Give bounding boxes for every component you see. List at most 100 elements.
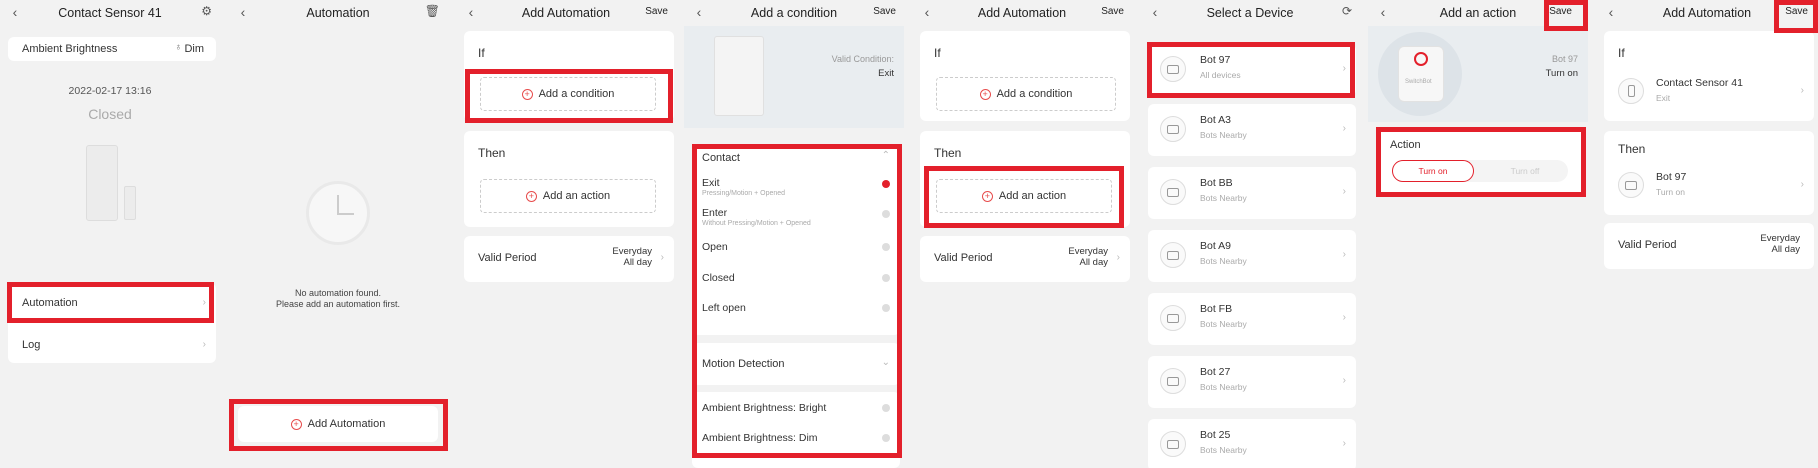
valid-period-row[interactable]: Valid Period Everyday All day › [464,236,674,282]
back-icon[interactable]: ‹ [1148,4,1162,20]
page-title: Automation [306,6,370,20]
back-icon[interactable]: ‹ [8,4,22,20]
datetime: 2022-02-17 13:16 [68,85,152,97]
panel-add-condition: ‹ Add a condition Save Valid Condition: … [684,0,904,468]
chevron-right-icon: › [1342,249,1346,260]
if-label: If [934,46,941,60]
everyday-label: Everyday [1760,233,1800,244]
all-day-label: All day [623,257,652,268]
log-row[interactable]: Log › [8,323,216,363]
back-icon[interactable]: ‹ [236,4,250,20]
highlight-box [1376,127,1586,197]
device-item[interactable]: Bot FB Bots Nearby › [1148,293,1356,345]
page-title: Add an action [1439,6,1517,20]
back-icon[interactable]: ‹ [920,4,934,20]
contact-magnet-illustration [124,186,136,220]
device-name: Bot A9 [1200,240,1231,252]
contact-sensor-icon [1618,78,1644,104]
valid-period-label: Valid Period [478,252,537,264]
bot-device-icon [1160,368,1186,394]
device-item[interactable]: Bot 27 Bots Nearby › [1148,356,1356,408]
bot-device-icon [1160,431,1186,457]
valid-period-label: Valid Period [1618,239,1677,251]
chevron-right-icon: › [1342,375,1346,386]
sensor-image [714,36,764,116]
nav-bar: ‹ Add Automation Save [912,0,1132,26]
plus-circle-icon: + [979,88,991,100]
save-button[interactable]: Save [873,6,896,17]
chevron-right-icon: › [1800,85,1804,96]
bot-banner: SwitchBot Bot 97 Turn on [1368,26,1588,122]
back-icon[interactable]: ‹ [1376,4,1390,20]
valid-period-row[interactable]: Valid Period Everyday All day [1604,223,1814,269]
action-name: Bot 97 [1656,171,1687,183]
panel-add-automation: ‹ Add Automation Save If + Add a conditi… [456,0,676,468]
condition-name: Contact Sensor 41 [1656,77,1743,89]
device-sub: Bots Nearby [1200,193,1247,203]
chevron-right-icon: › [1116,252,1120,263]
page-title: Add Automation [1662,6,1752,20]
bot-image: SwitchBot [1398,46,1444,102]
device-item[interactable]: Bot A3 Bots Nearby › [1148,104,1356,156]
highlight-box [1774,0,1818,33]
panel-automation: ‹ Automation 🗑 No automation found. Plea… [228,0,448,468]
add-action-button[interactable]: + Add an action [480,179,656,213]
valid-period-row[interactable]: Valid Period Everyday All day › [920,236,1130,282]
condition-row[interactable]: Contact Sensor 41 Exit › [1604,71,1814,115]
trash-icon[interactable]: 🗑 [425,4,440,18]
device-name: Bot BB [1200,177,1233,189]
refresh-icon[interactable]: ⟳ [1342,4,1352,18]
device-name: Bot 97 [1551,54,1578,64]
chevron-right-icon: › [660,252,664,263]
highlight-box [1544,0,1588,31]
everyday-label: Everyday [1068,246,1108,257]
device-item[interactable]: Bot A9 Bots Nearby › [1148,230,1356,282]
chevron-right-icon: › [1342,438,1346,449]
then-card: Then + Add an action [464,131,674,227]
empty-message-line2: Please add an automation first. [275,299,401,309]
device-sub: Bots Nearby [1200,256,1247,266]
chevron-right-icon: › [202,339,206,350]
chevron-right-icon: › [1800,179,1804,190]
valid-period-label: Valid Period [934,252,993,264]
device-sub: Bots Nearby [1200,319,1247,329]
highlight-box [465,69,673,123]
device-item[interactable]: Bot 25 Bots Nearby › [1148,419,1356,468]
nav-bar: ‹ Automation 🗑 [228,0,448,26]
valid-condition-label: Valid Condition: [831,54,894,64]
chevron-right-icon: › [1342,186,1346,197]
then-label: Then [934,146,962,160]
sensor-state: Closed [88,106,132,122]
chevron-right-icon: › [1342,123,1346,134]
contact-sensor-illustration [86,145,118,221]
action-row[interactable]: Bot 97 Turn on › [1604,165,1814,209]
add-condition-button[interactable]: + Add a condition [936,77,1116,111]
gear-icon[interactable]: ⚙ [201,4,212,18]
save-button[interactable]: Save [645,6,668,17]
then-label: Then [1618,142,1646,156]
power-icon [1414,52,1428,66]
back-icon[interactable]: ‹ [1604,4,1618,20]
screenshot-strip: ‹ Contact Sensor 41 ⚙ Ambient Brightness… [0,0,1818,468]
add-action-label: Add an action [542,190,611,202]
highlight-box [924,166,1124,228]
if-label: If [478,46,485,60]
device-sub: Bots Nearby [1200,445,1247,455]
highlight-box [1147,42,1355,98]
all-day-label: All day [1079,257,1108,268]
back-icon[interactable]: ‹ [692,4,706,20]
if-label: If [1618,46,1625,60]
bot-device-icon [1160,179,1186,205]
nav-bar: ‹ Add Automation Save [456,0,676,26]
valid-condition-value: Exit [878,68,894,79]
device-item[interactable]: Bot BB Bots Nearby › [1148,167,1356,219]
then-label: Then [478,146,506,160]
back-icon[interactable]: ‹ [464,4,478,20]
sensor-banner: Valid Condition: Exit [684,26,904,128]
save-button[interactable]: Save [1101,6,1124,17]
condition-value: Exit [1656,93,1671,103]
ambient-label: Ambient Brightness [22,43,118,55]
bot-device-icon [1160,305,1186,331]
nav-bar: ‹ Contact Sensor 41 ⚙ [0,0,220,26]
brand-label: SwitchBot [1405,79,1432,85]
